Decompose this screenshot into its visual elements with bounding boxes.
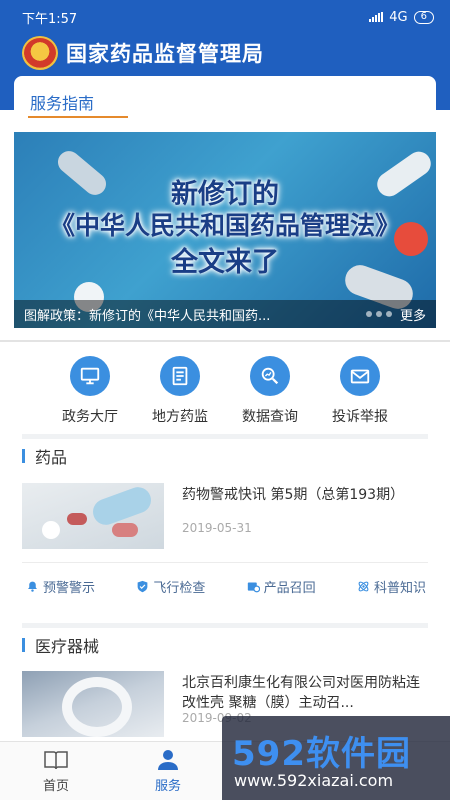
tab-label: 首页	[42, 779, 69, 794]
quick-link-local-supervision[interactable]: 地方药监	[140, 356, 220, 426]
tab-service-guide[interactable]: 服务指南	[30, 90, 94, 114]
quick-link-label: 投诉举报	[332, 409, 388, 425]
watermark-brand: 592软件园	[232, 734, 411, 774]
watermark-url: www.592xiazai.com	[234, 771, 394, 790]
tab-service[interactable]: 服务	[112, 742, 224, 800]
subnav-label: 科普知识	[373, 581, 426, 596]
battery-icon: 6	[413, 10, 434, 24]
news-thumbnail	[22, 483, 164, 549]
document-list-icon	[160, 356, 200, 396]
section-devices-header: 医疗器械	[22, 633, 99, 657]
banner-caption-bar: 图解政策：新修订的《中华人民共和国药... 更多	[14, 300, 436, 328]
tab-underline	[28, 116, 128, 118]
quick-link-data-query[interactable]: 数据查询	[230, 356, 310, 426]
banner-carousel[interactable]: 新修订的 《中华人民共和国药品管理法》 全文来了 图解政策：新修订的《中华人民共…	[14, 132, 436, 328]
banner-more-link[interactable]: 更多	[400, 305, 426, 324]
section-title: 药品	[35, 448, 68, 467]
quick-links: 政务大厅 地方药监 数据查询 投诉举报	[50, 356, 400, 426]
signal-icon	[369, 12, 384, 22]
news-title: 北京百利康生化有限公司对医用防粘连改性壳 聚糖（膜）主动召...	[182, 675, 420, 711]
quick-link-label: 数据查询	[242, 409, 298, 425]
subnav-label: 产品召回	[263, 581, 316, 596]
watermark: 592软件园 www.592xiazai.com	[222, 716, 450, 800]
news-item-drugs[interactable]: 药物警戒快讯 第5期（总第193期） 2019-05-31	[22, 483, 428, 553]
quick-link-label: 地方药监	[152, 409, 208, 425]
subnav-science[interactable]: 科普知识	[357, 577, 426, 596]
section-separator	[22, 623, 428, 628]
subnav-warning[interactable]: 预警警示	[26, 577, 95, 596]
section-marker	[22, 449, 25, 463]
quick-link-complaint[interactable]: 投诉举报	[320, 356, 400, 426]
divider	[22, 562, 428, 563]
quick-link-government-hall[interactable]: 政务大厅	[50, 356, 130, 426]
subnav-label: 飞行检查	[153, 581, 206, 596]
banner-caption[interactable]: 图解政策：新修订的《中华人民共和国药...	[24, 305, 358, 324]
app-title-row: 国家药品监督管理局	[22, 36, 264, 70]
shield-check-icon	[137, 580, 148, 593]
carousel-indicator	[365, 311, 392, 317]
status-time: 下午1:57	[22, 11, 78, 27]
network-label: 4G	[389, 9, 408, 25]
bell-icon	[28, 581, 37, 592]
banner-headline-3: 全文来了	[171, 247, 279, 278]
section-marker	[22, 638, 25, 652]
section-title: 医疗器械	[35, 637, 100, 656]
drugs-subnav: 预警警示 飞行检查 产品召回 科普知识	[26, 577, 426, 596]
subnav-label: 预警警示	[43, 581, 96, 596]
atom-icon	[358, 581, 369, 592]
banner-headline-2: 《中华人民共和国药品管理法》	[49, 211, 400, 240]
app-title: 国家药品监督管理局	[66, 42, 264, 66]
recall-icon	[247, 582, 260, 593]
quick-link-label: 政务大厅	[62, 409, 118, 425]
subnav-recall[interactable]: 产品召回	[247, 577, 316, 596]
news-thumbnail	[22, 671, 164, 737]
tab-label: 服务	[154, 779, 181, 794]
news-title: 药物警戒快讯 第5期（总第193期）	[182, 487, 405, 503]
news-date: 2019-05-31	[182, 521, 252, 535]
person-icon	[158, 750, 178, 770]
national-emblem-icon	[22, 36, 58, 70]
section-drugs-header: 药品	[22, 444, 67, 468]
book-icon	[44, 751, 68, 770]
divider	[0, 340, 450, 342]
section-separator	[22, 434, 428, 439]
tab-home[interactable]: 首页	[0, 742, 112, 800]
magnifier-chart-icon	[250, 356, 290, 396]
subnav-inspection[interactable]: 飞行检查	[136, 577, 205, 596]
envelope-icon	[340, 356, 380, 396]
status-bar: 下午1:57 4G 6	[22, 8, 434, 27]
computer-icon	[70, 356, 110, 396]
